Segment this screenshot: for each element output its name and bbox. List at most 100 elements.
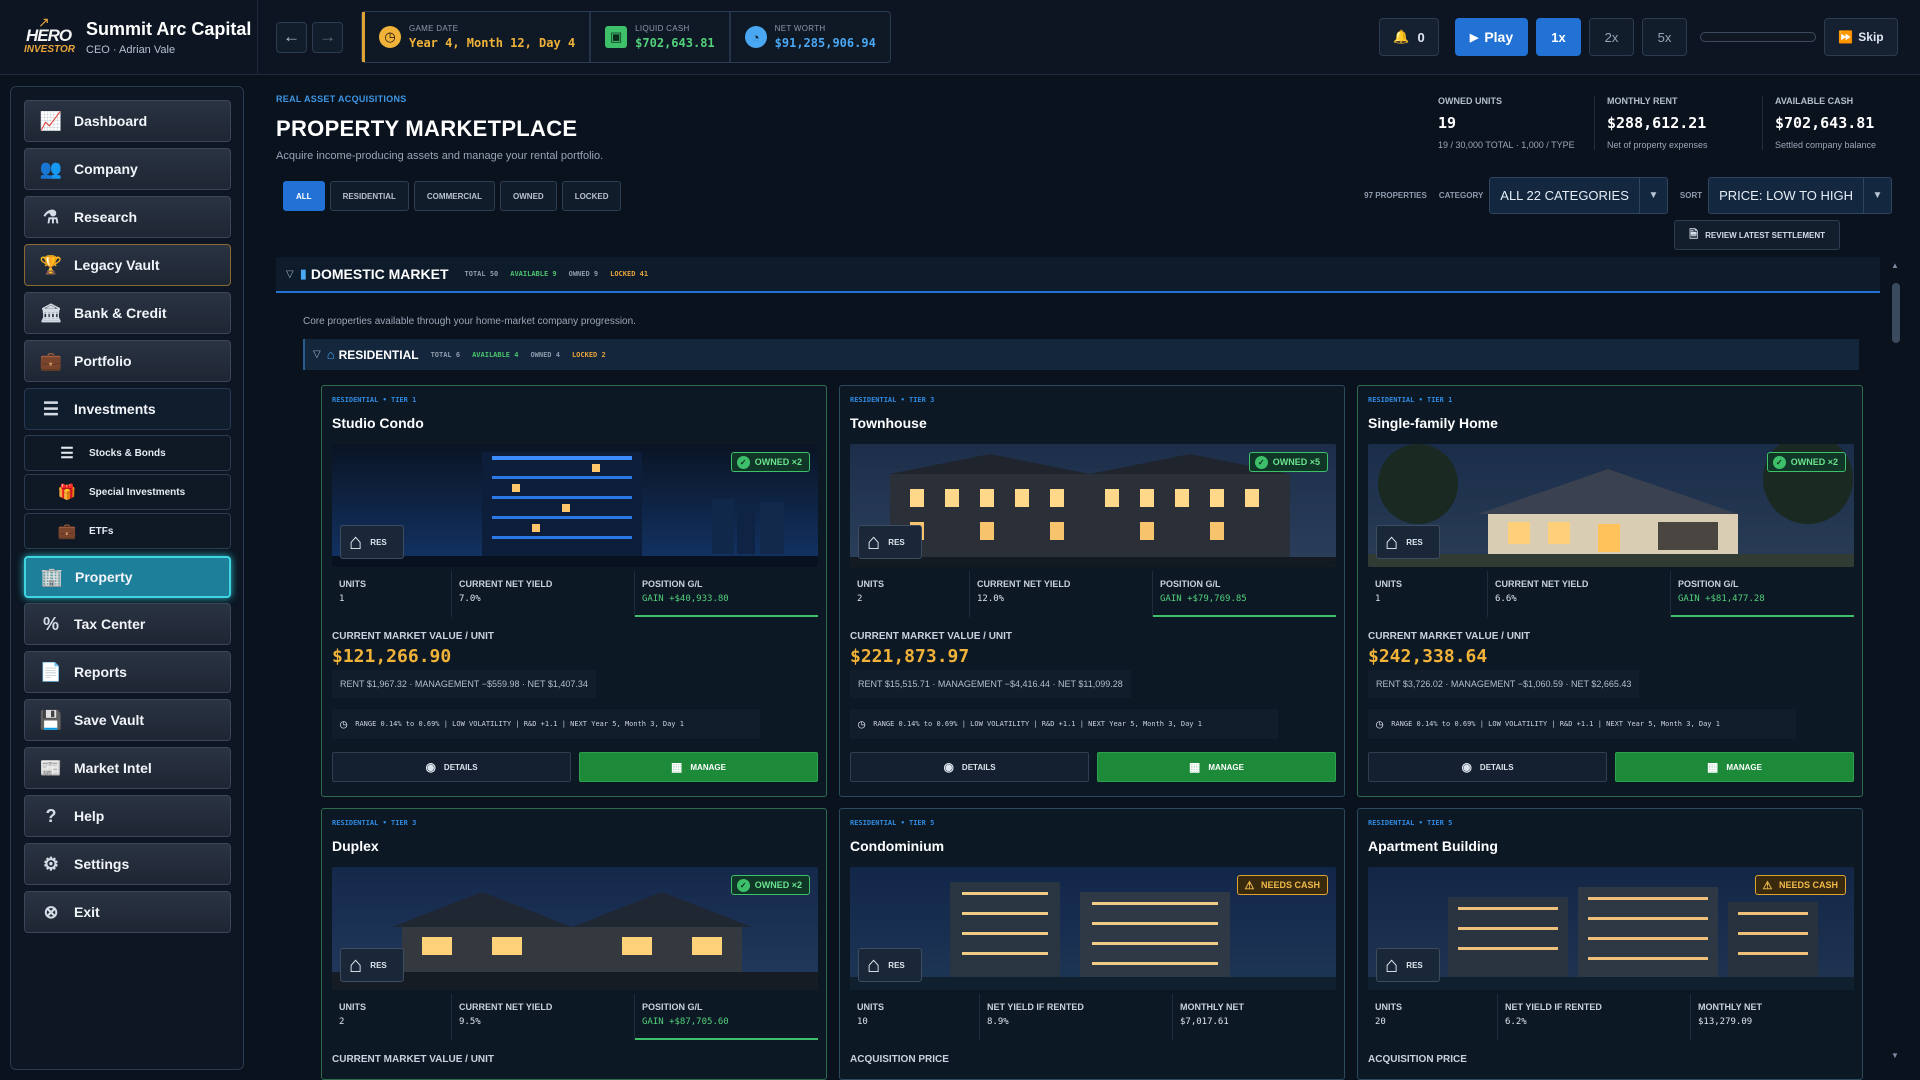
eye-icon: ◉ bbox=[425, 760, 436, 774]
sidebar-item-help[interactable]: ? Help bbox=[24, 795, 231, 837]
eye-icon: ◉ bbox=[1461, 760, 1472, 774]
res-tag: ⌂ RES bbox=[858, 948, 922, 982]
sidebar-item-exit[interactable]: ⊗ Exit bbox=[24, 891, 231, 933]
sidebar-item-settings[interactable]: ⚙ Settings bbox=[24, 843, 231, 885]
sidebar-item-property[interactable]: 🏢 Property bbox=[24, 556, 231, 598]
arrow-right-icon: → bbox=[319, 27, 336, 46]
review-settlement-button[interactable]: 🗎 REVIEW LATEST SETTLEMENT bbox=[1674, 220, 1840, 250]
gift-icon: 🎁 bbox=[57, 484, 77, 501]
scrollbar[interactable]: ▲ ▼ bbox=[1890, 261, 1900, 1061]
sidebar-item-investments[interactable]: ☰ Investments bbox=[24, 388, 231, 430]
rent-breakdown: RENT $3,726.02 · MANAGEMENT −$1,060.59 ·… bbox=[1368, 670, 1640, 698]
check-icon: ✓ bbox=[736, 455, 750, 469]
building-icon: 🏢 bbox=[40, 566, 64, 587]
details-button[interactable]: ◉ DETAILS bbox=[1368, 752, 1607, 782]
sidebar-item-market-intel[interactable]: 📰 Market Intel bbox=[24, 747, 231, 789]
chart-line-icon: 📈 bbox=[39, 110, 63, 131]
category-label: CATEGORY bbox=[1438, 191, 1484, 200]
property-name: Condominium bbox=[850, 838, 945, 854]
back-button[interactable]: ← bbox=[276, 21, 307, 53]
speed-1x-button[interactable]: 1x bbox=[1536, 18, 1581, 56]
top-stats: ◷ GAME DATE Year 4, Month 12, Day 4 ▣ LIQ… bbox=[361, 11, 891, 63]
details-button[interactable]: ◉ DETAILS bbox=[332, 752, 571, 782]
property-card: RESIDENTIAL • TIER 1 Studio Condo ✓ OWNED… bbox=[321, 385, 827, 797]
notifications-button[interactable]: 🔔 0 bbox=[1379, 18, 1439, 56]
market-value: $221,873.97 bbox=[850, 646, 970, 667]
chevron-down-icon: ▼ bbox=[1891, 1051, 1899, 1060]
kpi-owned-units: OWNED UNITS 19 19 / 30,000 TOTAL · 1,000 /… bbox=[1438, 96, 1575, 150]
ceo-name: CEO · Adrian Vale bbox=[86, 43, 176, 56]
brand: ↗ HERO INVESTOR Summit Arc Capital CEO ·… bbox=[0, 0, 258, 75]
trophy-icon: 🏆 bbox=[39, 254, 63, 275]
sidebar-item-portfolio[interactable]: 💼 Portfolio bbox=[24, 340, 231, 382]
building-icon: ▦ bbox=[671, 760, 683, 774]
market-value: $121,266.90 bbox=[332, 646, 452, 667]
volatility-range: ◷ RANGE 0.14% to 0.69% | LOW VOLATILITY |… bbox=[332, 709, 760, 739]
speed-5x-button[interactable]: 5x bbox=[1642, 18, 1687, 56]
chevron-down-icon: ▼ bbox=[1638, 178, 1667, 213]
manage-button[interactable]: ▦ MANAGE bbox=[1615, 752, 1854, 782]
filter-owned[interactable]: OWNED bbox=[500, 181, 557, 211]
residential-header[interactable]: ▽ ⌂ RESIDENTIAL TOTAL 6 AVAILABLE 4 OWNE… bbox=[303, 339, 1859, 370]
stat-liquid-cash: ▣ LIQUID CASH $702,643.81 bbox=[591, 12, 731, 62]
sidebar-item-save-vault[interactable]: 💾 Save Vault bbox=[24, 699, 231, 741]
sidebar-item-tax-center[interactable]: % Tax Center bbox=[24, 603, 231, 645]
sidebar-item-company[interactable]: 👥 Company bbox=[24, 148, 231, 190]
house-icon: ⌂ bbox=[867, 952, 881, 977]
kpi-strip: OWNED UNITS 19 19 / 30,000 TOTAL · 1,000 /… bbox=[1426, 96, 1920, 150]
house-icon: ⌂ bbox=[1385, 529, 1399, 554]
property-card: RESIDENTIAL • TIER 5 Condominium ⚠ NEEDS … bbox=[839, 808, 1345, 1080]
eye-icon: ◉ bbox=[943, 760, 954, 774]
property-name: Duplex bbox=[332, 838, 379, 854]
sort-select[interactable]: PRICE: LOW TO HIGH ▼ bbox=[1708, 177, 1892, 214]
fast-forward-icon: ⏩ bbox=[1838, 30, 1854, 44]
house-icon: ⌂ bbox=[349, 952, 363, 977]
sidebar-item-reports[interactable]: 📄 Reports bbox=[24, 651, 231, 693]
sort-controls: 97 PROPERTIES CATEGORY ALL 22 CATEGORIES… bbox=[1364, 177, 1892, 214]
sidebar-item-bank-credit[interactable]: 🏛 Bank & Credit bbox=[24, 292, 231, 334]
sidebar-subitem-stocks-bonds[interactable]: ☰ Stocks & Bonds bbox=[24, 435, 231, 471]
manage-button[interactable]: ▦ MANAGE bbox=[1097, 752, 1336, 782]
sidebar-subitem-etfs[interactable]: 💼 ETFs bbox=[24, 513, 231, 549]
domestic-market-header[interactable]: ▽ ▮ DOMESTIC MARKET TOTAL 50 AVAILABLE 9… bbox=[276, 257, 1880, 293]
bell-icon: 🔔 bbox=[1393, 29, 1410, 44]
rent-breakdown: RENT $1,967.32 · MANAGEMENT −$559.98 · N… bbox=[332, 670, 596, 698]
sidebar-item-legacy-vault[interactable]: 🏆 Legacy Vault bbox=[24, 244, 231, 286]
house-icon: ⌂ bbox=[326, 347, 335, 362]
sidebar-item-dashboard[interactable]: 📈 Dashboard bbox=[24, 100, 231, 142]
bank-icon: 🏛 bbox=[39, 302, 63, 323]
category-select[interactable]: ALL 22 CATEGORIES ▼ bbox=[1489, 177, 1668, 214]
details-button[interactable]: ◉ DETAILS bbox=[850, 752, 1089, 782]
filter-all[interactable]: ALL bbox=[283, 181, 325, 211]
res-tag: ⌂ RES bbox=[340, 948, 404, 982]
market-value: $242,338.64 bbox=[1368, 646, 1488, 667]
sidebar-subitem-special-investments[interactable]: 🎁 Special Investments bbox=[24, 474, 231, 510]
clock-icon: ◷ bbox=[379, 26, 401, 48]
speed-2x-button[interactable]: 2x bbox=[1589, 18, 1634, 56]
property-card: RESIDENTIAL • TIER 3 Townhouse ✓ OWNED ×5… bbox=[839, 385, 1345, 797]
day-progress-bar bbox=[1700, 32, 1816, 42]
property-image: ✓ OWNED ×2 ⌂ RES bbox=[332, 444, 818, 567]
filter-locked[interactable]: LOCKED bbox=[561, 181, 622, 211]
forward-button[interactable]: → bbox=[312, 21, 343, 53]
house-icon: ⌂ bbox=[1385, 952, 1399, 977]
property-name: Single-family Home bbox=[1368, 415, 1498, 431]
clock-icon: ◷ bbox=[1376, 717, 1384, 731]
needs-cash-badge: ⚠ NEEDS CASH bbox=[1236, 875, 1328, 895]
filter-commercial[interactable]: COMMERCIAL bbox=[413, 181, 496, 211]
skip-button[interactable]: ⏩ Skip bbox=[1824, 18, 1898, 56]
help-icon: ? bbox=[45, 805, 57, 826]
owned-badge: ✓ OWNED ×2 bbox=[1766, 452, 1846, 472]
house-icon: ⌂ bbox=[349, 529, 363, 554]
filter-residential[interactable]: RESIDENTIAL bbox=[329, 181, 409, 211]
property-name: Townhouse bbox=[850, 415, 927, 431]
building-icon: ▮ bbox=[299, 266, 307, 281]
sidebar-item-research[interactable]: ⚗ Research bbox=[24, 196, 231, 238]
owned-badge: ✓ OWNED ×5 bbox=[1248, 452, 1328, 472]
property-image: ⚠ NEEDS CASH ⌂ RES bbox=[850, 867, 1336, 990]
play-button[interactable]: ▶ Play bbox=[1455, 18, 1528, 56]
property-image: ✓ OWNED ×2 ⌂ RES bbox=[1368, 444, 1854, 567]
check-icon: ✓ bbox=[736, 878, 750, 892]
manage-button[interactable]: ▦ MANAGE bbox=[579, 752, 818, 782]
briefcase-icon: 💼 bbox=[39, 350, 63, 371]
